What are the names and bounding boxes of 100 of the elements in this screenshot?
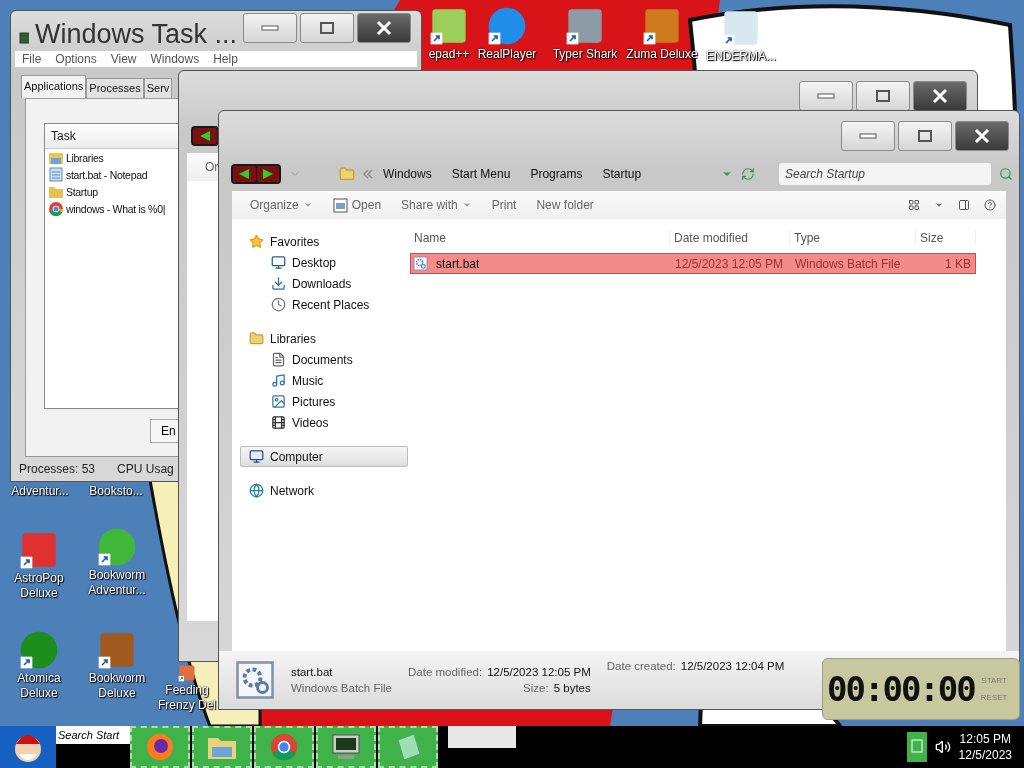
preview-pane-icon[interactable] xyxy=(958,199,970,211)
type-cell-text: Windows Batch File xyxy=(794,256,902,271)
folder-icon xyxy=(48,184,64,199)
shortcut-label[interactable]: Bookworm Deluxe xyxy=(84,671,150,701)
menu-item[interactable]: File xyxy=(15,52,49,66)
breadcrumb[interactable]: Start Menu xyxy=(449,167,521,181)
shortcut-label[interactable]: AstroPop Deluxe xyxy=(6,571,72,601)
monitor-icon xyxy=(330,733,362,761)
nav-item[interactable]: Favorites xyxy=(240,231,408,252)
stopwatch-time: 00:00:00 xyxy=(827,669,975,709)
task-name[interactable]: windows - What is %0| xyxy=(66,202,166,215)
nav-item[interactable]: Videos xyxy=(240,412,408,433)
file-type: Windows Batch File xyxy=(291,682,392,694)
close-button[interactable] xyxy=(955,121,1009,151)
nav-item[interactable]: Pictures xyxy=(240,391,408,412)
maximize-button[interactable] xyxy=(300,13,354,43)
date-cell-text: 12/5/2023 12:05 PM xyxy=(674,256,785,271)
taskbar-button[interactable] xyxy=(130,726,190,768)
nav-item[interactable]: Libraries xyxy=(240,328,408,349)
column-header[interactable]: Name xyxy=(410,231,670,245)
shortcut-label[interactable]: RealPlayer xyxy=(477,47,537,62)
detail-label: Date created: xyxy=(606,660,676,672)
caret-icon[interactable] xyxy=(934,200,944,210)
close-button[interactable] xyxy=(913,81,967,111)
minimize-button[interactable] xyxy=(799,81,853,111)
detail-value: 5 bytes xyxy=(553,682,591,694)
shortcut-label[interactable]: epad++ xyxy=(428,47,470,62)
tab[interactable]: Processes xyxy=(86,78,144,98)
shortcut-label[interactable]: ENDERMA... xyxy=(706,49,776,64)
music-icon xyxy=(271,373,286,388)
breadcrumb[interactable]: Programs xyxy=(528,167,593,181)
status-text: CPU Usag xyxy=(117,462,174,476)
minimize-icon xyxy=(261,24,279,32)
maximize-icon xyxy=(319,21,335,35)
menu-item[interactable]: View xyxy=(103,52,144,66)
minimize-button[interactable] xyxy=(841,121,895,151)
breadcrumb[interactable]: Windows xyxy=(381,167,442,181)
menu-item[interactable]: Options xyxy=(48,52,104,66)
column-header[interactable]: Type xyxy=(790,231,916,245)
maximize-icon xyxy=(875,89,891,103)
tab[interactable]: Serv xyxy=(143,78,173,98)
maximize-button[interactable] xyxy=(898,121,952,151)
toolbar-button[interactable]: Open xyxy=(324,197,390,213)
shortcut-label[interactable]: Atomica Deluxe xyxy=(6,671,72,701)
toolbar-button[interactable]: New folder xyxy=(528,198,602,212)
nav-item[interactable]: Documents xyxy=(240,349,408,370)
start-button[interactable] xyxy=(0,726,56,768)
toolbar-button[interactable]: Organize xyxy=(242,198,321,212)
nav-item[interactable]: Downloads xyxy=(240,273,408,294)
folder-icon xyxy=(339,166,355,182)
view-icon[interactable] xyxy=(908,199,920,211)
app-icon xyxy=(19,31,29,45)
minimize-button[interactable] xyxy=(243,13,297,43)
size-cell-text: 1 KB xyxy=(944,256,972,271)
volume-icon[interactable] xyxy=(934,739,951,755)
menu-item[interactable]: Windows xyxy=(143,52,207,66)
toolbar-button[interactable]: Print xyxy=(483,198,525,212)
clock[interactable]: 12:05 PM 12/5/2023 xyxy=(958,731,1012,763)
nav-item[interactable]: Network xyxy=(240,480,408,501)
search-field[interactable]: Search Startup xyxy=(779,163,991,185)
nav-item[interactable]: Computer xyxy=(240,446,408,467)
forward-button[interactable] xyxy=(256,166,279,182)
window-title: Windows Task ... xyxy=(34,19,237,50)
detail-value: 12/5/2023 12:04 PM xyxy=(680,660,785,672)
nav-item[interactable]: Recent Places xyxy=(240,294,408,315)
tab[interactable]: Applications xyxy=(21,75,87,98)
search-field[interactable]: Search Start xyxy=(56,726,130,744)
shortcut-label[interactable]: Typer Shark xyxy=(552,47,618,62)
document-icon xyxy=(271,352,286,367)
status-text: Processes: 53 xyxy=(19,462,96,476)
breadcrumb[interactable]: Startup xyxy=(600,167,652,181)
taskbar-button[interactable] xyxy=(316,726,376,768)
maximize-button[interactable] xyxy=(856,81,910,111)
shortcut-label[interactable]: Booksto... xyxy=(89,484,143,499)
back-button[interactable] xyxy=(233,166,256,182)
file-name: start.bat xyxy=(291,666,334,678)
task-name[interactable]: Libraries xyxy=(66,151,104,164)
menu-item[interactable]: Help xyxy=(206,52,245,66)
nav-item[interactable]: Desktop xyxy=(240,252,408,273)
back-button[interactable] xyxy=(193,128,217,144)
firefox-icon xyxy=(145,732,175,762)
help-icon[interactable] xyxy=(984,199,996,211)
task-name[interactable]: Startup xyxy=(66,185,98,198)
toolbar-button[interactable]: Share with xyxy=(393,198,480,212)
right-arrow-icon xyxy=(261,169,274,179)
shortcut-label[interactable]: Bookworm Adventur... xyxy=(80,568,154,598)
folder-icon xyxy=(249,331,264,346)
toolbar-button[interactable]: Or xyxy=(197,160,219,174)
file-row[interactable]: start.bat 12/5/2023 12:05 PM Windows Batch File 1 KB xyxy=(410,253,976,274)
column-header[interactable]: Size xyxy=(916,231,976,245)
taskbar-blank xyxy=(448,726,516,748)
caret-icon xyxy=(461,200,472,210)
network-icon[interactable] xyxy=(906,732,927,762)
chrome-icon xyxy=(269,732,299,762)
column-header[interactable]: Date modified xyxy=(670,231,790,245)
end-task-button[interactable]: En xyxy=(150,419,178,443)
nav-item[interactable]: Music xyxy=(240,370,408,391)
close-button[interactable] xyxy=(357,13,411,43)
task-name[interactable]: start.bat - Notepad xyxy=(66,168,148,181)
shortcut-label[interactable]: Adventur... xyxy=(11,484,69,499)
